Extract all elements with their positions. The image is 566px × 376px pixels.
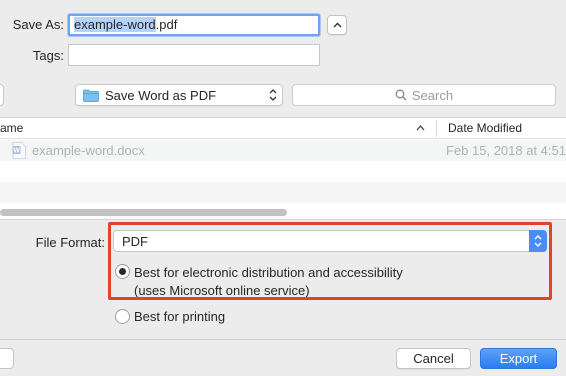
chevron-up-icon [416,125,425,131]
tags-field[interactable] [68,44,320,66]
radio-printing-label[interactable]: Best for printing [134,309,225,324]
column-divider[interactable] [436,120,437,137]
horizontal-scrollbar[interactable] [0,209,287,216]
cancel-button[interactable]: Cancel [396,348,471,369]
save-as-extension: .pdf [155,17,178,32]
export-button[interactable]: Export [480,348,557,369]
svg-text:W: W [13,148,20,155]
file-browser[interactable]: ame Date Modified W example-word.docx Fe… [0,117,566,220]
new-folder-button[interactable] [0,348,14,369]
search-icon [395,89,407,101]
chevron-up-icon [333,22,341,28]
location-label: Save Word as PDF [105,87,217,103]
save-as-field[interactable]: example-word.pdf [68,14,320,36]
column-header: ame Date Modified [0,118,566,139]
table-row [0,161,566,182]
table-row [0,182,566,203]
tags-label: Tags: [32,48,64,63]
up-down-chevron-icon [269,89,277,101]
divider [0,339,566,340]
search-field[interactable]: Search [292,84,556,106]
column-header-date-modified[interactable]: Date Modified [448,121,522,135]
column-header-name[interactable]: ame [0,121,23,135]
annotation-highlight-box [108,222,552,300]
back-forward-button[interactable] [0,84,4,106]
folder-icon [83,89,99,102]
file-format-label: File Format: [35,235,105,250]
search-placeholder: Search [411,87,454,103]
radio-printing[interactable] [115,309,130,324]
table-row: W example-word.docx Feb 15, 2018 at 4:51… [0,140,566,161]
collapse-dialog-button[interactable] [327,15,347,35]
word-document-icon: W [12,142,26,159]
save-as-selected-text: example-word [74,17,156,32]
location-popup[interactable]: Save Word as PDF [75,84,283,106]
save-as-label: Save As: [12,17,64,32]
file-date-modified: Feb 15, 2018 at 4:51 P [446,143,566,158]
file-name: example-word.docx [32,143,145,158]
